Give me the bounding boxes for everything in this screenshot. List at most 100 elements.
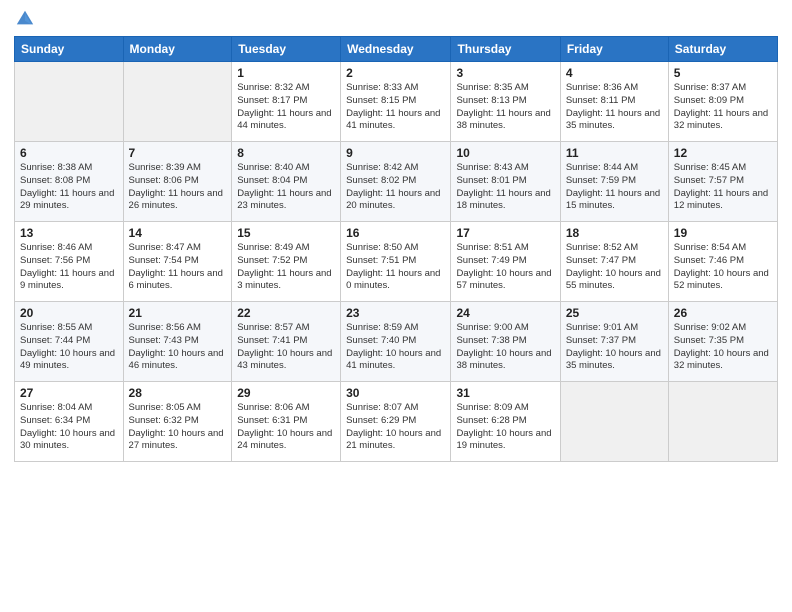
calendar-cell: 22 Sunrise: 8:57 AM Sunset: 7:41 PM Dayli… (232, 302, 341, 382)
day-number: 5 (674, 66, 772, 80)
logo (14, 10, 35, 28)
calendar-cell: 20Sunrise: 8:55 AM Sunset: 7:44 PM Dayli… (15, 302, 124, 382)
calendar-cell: 13 Sunrise: 8:46 AM Sunset: 7:56 PM Dayli… (15, 222, 124, 302)
calendar-cell: 29Sunrise: 8:06 AM Sunset: 6:31 PM Dayli… (232, 382, 341, 462)
calendar-cell: 11 Sunrise: 8:44 AM Sunset: 7:59 PM Dayli… (560, 142, 668, 222)
day-number: 9 (346, 146, 445, 160)
calendar-cell: 30 Sunrise: 8:07 AM Sunset: 6:29 PM Dayli… (341, 382, 451, 462)
calendar-cell (123, 62, 232, 142)
calendar-cell: 25Sunrise: 9:01 AM Sunset: 7:37 PM Dayli… (560, 302, 668, 382)
calendar-cell: 2 Sunrise: 8:33 AM Sunset: 8:15 PM Daylig… (341, 62, 451, 142)
weekday-header-tuesday: Tuesday (232, 37, 341, 62)
day-info: Sunrise: 9:02 AM Sunset: 7:35 PM Dayligh… (674, 322, 772, 373)
day-number: 29 (237, 386, 335, 400)
day-info: Sunrise: 8:54 AM Sunset: 7:46 PM Dayligh… (674, 242, 772, 293)
day-number: 8 (237, 146, 335, 160)
calendar-cell: 1 Sunrise: 8:32 AM Sunset: 8:17 PM Daylig… (232, 62, 341, 142)
day-number: 1 (237, 66, 335, 80)
weekday-header-row: SundayMondayTuesdayWednesdayThursdayFrid… (15, 37, 778, 62)
week-row-5: 27 Sunrise: 8:04 AM Sunset: 6:34 PM Dayli… (15, 382, 778, 462)
day-info: Sunrise: 8:51 AM Sunset: 7:49 PM Dayligh… (456, 242, 554, 293)
day-number: 23 (346, 306, 445, 320)
calendar-cell: 4 Sunrise: 8:36 AM Sunset: 8:11 PM Daylig… (560, 62, 668, 142)
day-info: Sunrise: 9:00 AM Sunset: 7:38 PM Dayligh… (456, 322, 554, 373)
header (14, 10, 778, 28)
day-number: 14 (129, 226, 227, 240)
day-info: Sunrise: 8:07 AM Sunset: 6:29 PM Dayligh… (346, 402, 445, 453)
weekday-header-thursday: Thursday (451, 37, 560, 62)
calendar-cell: 26Sunrise: 9:02 AM Sunset: 7:35 PM Dayli… (668, 302, 777, 382)
calendar-cell: 8 Sunrise: 8:40 AM Sunset: 8:04 PM Daylig… (232, 142, 341, 222)
week-row-1: 1 Sunrise: 8:32 AM Sunset: 8:17 PM Daylig… (15, 62, 778, 142)
day-number: 17 (456, 226, 554, 240)
day-number: 16 (346, 226, 445, 240)
week-row-2: 6 Sunrise: 8:38 AM Sunset: 8:08 PM Daylig… (15, 142, 778, 222)
day-info: Sunrise: 8:04 AM Sunset: 6:34 PM Dayligh… (20, 402, 118, 453)
calendar-cell (560, 382, 668, 462)
day-info: Sunrise: 8:44 AM Sunset: 7:59 PM Dayligh… (566, 162, 663, 213)
day-info: Sunrise: 8:38 AM Sunset: 8:08 PM Dayligh… (20, 162, 118, 213)
calendar-cell: 21 Sunrise: 8:56 AM Sunset: 7:43 PM Dayli… (123, 302, 232, 382)
calendar-cell: 23 Sunrise: 8:59 AM Sunset: 7:40 PM Dayli… (341, 302, 451, 382)
day-info: Sunrise: 8:39 AM Sunset: 8:06 PM Dayligh… (129, 162, 227, 213)
day-info: Sunrise: 8:52 AM Sunset: 7:47 PM Dayligh… (566, 242, 663, 293)
day-info: Sunrise: 8:57 AM Sunset: 7:41 PM Dayligh… (237, 322, 335, 373)
day-number: 31 (456, 386, 554, 400)
day-info: Sunrise: 8:36 AM Sunset: 8:11 PM Dayligh… (566, 82, 663, 133)
day-number: 22 (237, 306, 335, 320)
day-number: 15 (237, 226, 335, 240)
calendar-cell: 9 Sunrise: 8:42 AM Sunset: 8:02 PM Daylig… (341, 142, 451, 222)
calendar-cell: 5 Sunrise: 8:37 AM Sunset: 8:09 PM Daylig… (668, 62, 777, 142)
calendar-cell: 18 Sunrise: 8:52 AM Sunset: 7:47 PM Dayli… (560, 222, 668, 302)
day-info: Sunrise: 8:49 AM Sunset: 7:52 PM Dayligh… (237, 242, 335, 293)
weekday-header-saturday: Saturday (668, 37, 777, 62)
logo-icon (15, 8, 35, 28)
calendar-cell: 14 Sunrise: 8:47 AM Sunset: 7:54 PM Dayli… (123, 222, 232, 302)
day-number: 4 (566, 66, 663, 80)
day-info: Sunrise: 8:33 AM Sunset: 8:15 PM Dayligh… (346, 82, 445, 133)
day-info: Sunrise: 8:45 AM Sunset: 7:57 PM Dayligh… (674, 162, 772, 213)
weekday-header-friday: Friday (560, 37, 668, 62)
calendar-cell: 6 Sunrise: 8:38 AM Sunset: 8:08 PM Daylig… (15, 142, 124, 222)
day-number: 11 (566, 146, 663, 160)
day-number: 10 (456, 146, 554, 160)
week-row-3: 13 Sunrise: 8:46 AM Sunset: 7:56 PM Dayli… (15, 222, 778, 302)
day-number: 18 (566, 226, 663, 240)
day-info: Sunrise: 8:56 AM Sunset: 7:43 PM Dayligh… (129, 322, 227, 373)
day-info: Sunrise: 9:01 AM Sunset: 7:37 PM Dayligh… (566, 322, 663, 373)
calendar-cell: 12Sunrise: 8:45 AM Sunset: 7:57 PM Dayli… (668, 142, 777, 222)
day-number: 6 (20, 146, 118, 160)
day-number: 3 (456, 66, 554, 80)
day-number: 2 (346, 66, 445, 80)
calendar-cell: 15 Sunrise: 8:49 AM Sunset: 7:52 PM Dayli… (232, 222, 341, 302)
day-info: Sunrise: 8:43 AM Sunset: 8:01 PM Dayligh… (456, 162, 554, 213)
day-info: Sunrise: 8:42 AM Sunset: 8:02 PM Dayligh… (346, 162, 445, 213)
day-number: 24 (456, 306, 554, 320)
weekday-header-sunday: Sunday (15, 37, 124, 62)
day-info: Sunrise: 8:40 AM Sunset: 8:04 PM Dayligh… (237, 162, 335, 213)
weekday-header-wednesday: Wednesday (341, 37, 451, 62)
day-info: Sunrise: 8:59 AM Sunset: 7:40 PM Dayligh… (346, 322, 445, 373)
day-number: 28 (129, 386, 227, 400)
day-info: Sunrise: 8:37 AM Sunset: 8:09 PM Dayligh… (674, 82, 772, 133)
day-number: 19 (674, 226, 772, 240)
day-info: Sunrise: 8:46 AM Sunset: 7:56 PM Dayligh… (20, 242, 118, 293)
day-info: Sunrise: 8:50 AM Sunset: 7:51 PM Dayligh… (346, 242, 445, 293)
day-info: Sunrise: 8:09 AM Sunset: 6:28 PM Dayligh… (456, 402, 554, 453)
calendar-table: SundayMondayTuesdayWednesdayThursdayFrid… (14, 36, 778, 462)
calendar-cell: 3 Sunrise: 8:35 AM Sunset: 8:13 PM Daylig… (451, 62, 560, 142)
day-info: Sunrise: 8:32 AM Sunset: 8:17 PM Dayligh… (237, 82, 335, 133)
day-number: 7 (129, 146, 227, 160)
day-number: 13 (20, 226, 118, 240)
calendar-cell (15, 62, 124, 142)
day-info: Sunrise: 8:35 AM Sunset: 8:13 PM Dayligh… (456, 82, 554, 133)
day-number: 30 (346, 386, 445, 400)
calendar-cell: 10 Sunrise: 8:43 AM Sunset: 8:01 PM Dayli… (451, 142, 560, 222)
day-info: Sunrise: 8:47 AM Sunset: 7:54 PM Dayligh… (129, 242, 227, 293)
calendar-cell: 24 Sunrise: 9:00 AM Sunset: 7:38 PM Dayli… (451, 302, 560, 382)
calendar-cell: 17 Sunrise: 8:51 AM Sunset: 7:49 PM Dayli… (451, 222, 560, 302)
calendar-cell: 27 Sunrise: 8:04 AM Sunset: 6:34 PM Dayli… (15, 382, 124, 462)
day-number: 27 (20, 386, 118, 400)
day-number: 21 (129, 306, 227, 320)
day-info: Sunrise: 8:05 AM Sunset: 6:32 PM Dayligh… (129, 402, 227, 453)
